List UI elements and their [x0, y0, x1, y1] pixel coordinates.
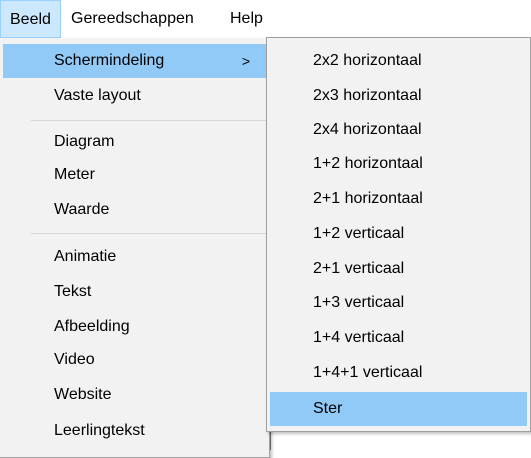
menu-item-label: Video	[54, 351, 95, 368]
menu-separator	[31, 233, 266, 234]
menu-item-label: Afbeelding	[54, 318, 130, 335]
submenu-item-2-1-horizontaal[interactable]: 2+1 horizontaal	[270, 182, 527, 216]
menu-item-afbeelding[interactable]: Afbeelding	[3, 310, 266, 344]
menu-item-label: Animatie	[54, 248, 117, 265]
menu-bar: Beeld Gereedschappen Help	[0, 0, 531, 38]
menu-item-label: Tekst	[54, 283, 92, 300]
submenu-item-ster[interactable]: Ster	[270, 392, 527, 426]
submenu-item-2x3-horizontaal[interactable]: 2x3 horizontaal	[270, 79, 527, 113]
submenu-item-label: 1+4 verticaal	[313, 329, 405, 346]
menubar-beeld[interactable]: Beeld	[0, 0, 61, 38]
submenu-item-2-1-verticaal[interactable]: 2+1 verticaal	[270, 252, 527, 286]
submenu-item-label: Ster	[313, 400, 343, 417]
background-window-panel	[270, 430, 531, 450]
menu-item-schermindeling[interactable]: Schermindeling >	[3, 44, 266, 78]
menu-item-vaste-layout[interactable]: Vaste layout	[3, 79, 266, 113]
menu-separator	[31, 120, 266, 121]
submenu-item-1-2-horizontaal[interactable]: 1+2 horizontaal	[270, 147, 527, 181]
submenu-item-1-4-verticaal[interactable]: 1+4 verticaal	[270, 321, 527, 355]
menubar-help[interactable]: Help	[221, 0, 272, 38]
menu-item-tekst[interactable]: Tekst	[3, 275, 266, 309]
submenu-item-1-3-verticaal[interactable]: 1+3 verticaal	[270, 286, 527, 320]
menu-item-waarde[interactable]: Waarde	[3, 193, 266, 227]
submenu-item-label: 1+2 horizontaal	[313, 155, 423, 172]
menu-item-label: Leerlingtekst	[54, 422, 145, 439]
menu-item-label: Waarde	[54, 201, 110, 218]
submenu-item-label: 1+2 verticaal	[313, 225, 405, 242]
menu-item-website[interactable]: Website	[3, 378, 266, 412]
submenu-item-label: 2x4 horizontaal	[313, 121, 422, 138]
submenu-item-2x4-horizontaal[interactable]: 2x4 horizontaal	[270, 113, 527, 147]
menu-item-diagram[interactable]: Diagram	[3, 125, 266, 159]
submenu-item-1-4-1-verticaal[interactable]: 1+4+1 verticaal	[270, 356, 527, 390]
menu-item-label: Schermindeling	[54, 52, 165, 69]
menu-item-label: Vaste layout	[54, 87, 141, 104]
menubar-gereedschappen[interactable]: Gereedschappen	[62, 0, 203, 38]
submenu-item-label: 2x3 horizontaal	[313, 87, 422, 104]
chevron-right-icon: >	[241, 53, 250, 69]
menu-item-leerlingtekst[interactable]: Leerlingtekst	[3, 414, 266, 448]
menu-item-label: Diagram	[54, 133, 115, 150]
submenu-item-1-2-verticaal[interactable]: 1+2 verticaal	[270, 217, 527, 251]
submenu-item-label: 2x2 horizontaal	[313, 52, 422, 69]
menu-item-label: Meter	[54, 166, 95, 183]
beeld-dropdown-menu: Schermindeling > Vaste layout Diagram Me…	[0, 38, 270, 458]
menu-item-label: Website	[54, 386, 112, 403]
menu-item-video[interactable]: Video	[3, 343, 266, 377]
submenu-item-label: 2+1 horizontaal	[313, 190, 423, 207]
menu-item-animatie[interactable]: Animatie	[3, 240, 266, 274]
submenu-item-label: 1+3 verticaal	[313, 294, 405, 311]
submenu-item-label: 1+4+1 verticaal	[313, 364, 423, 381]
submenu-item-2x2-horizontaal[interactable]: 2x2 horizontaal	[270, 44, 527, 78]
submenu-item-label: 2+1 verticaal	[313, 260, 405, 277]
schermindeling-submenu: 2x2 horizontaal 2x3 horizontaal 2x4 hori…	[266, 37, 531, 432]
menu-item-meter[interactable]: Meter	[3, 158, 266, 192]
